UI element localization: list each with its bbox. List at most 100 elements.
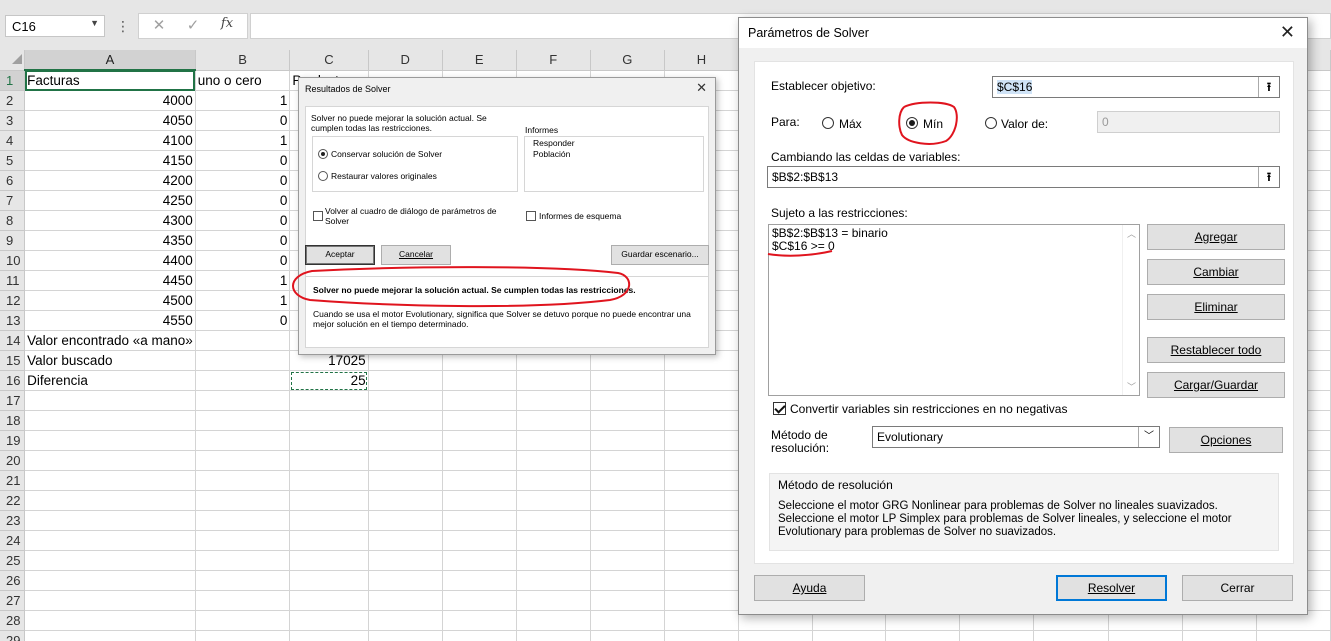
cell[interactable] (195, 330, 291, 351)
cell[interactable]: Facturas (24, 70, 196, 91)
cell[interactable] (1256, 630, 1331, 641)
column-header-d[interactable]: D (368, 50, 443, 71)
row-header[interactable]: 19 (0, 430, 26, 451)
row-header[interactable]: 13 (0, 310, 26, 331)
cell[interactable]: 4050 (24, 110, 196, 131)
cell[interactable] (289, 390, 369, 411)
cell[interactable] (664, 530, 739, 551)
cell[interactable] (24, 490, 196, 511)
row-header[interactable]: 3 (0, 110, 26, 131)
row-header[interactable]: 17 (0, 390, 26, 411)
restore-values-radio[interactable] (318, 171, 328, 181)
cell[interactable]: 4200 (24, 170, 196, 191)
cell[interactable] (368, 470, 443, 491)
cell[interactable]: 4400 (24, 250, 196, 271)
constraints-list[interactable]: $B$2:$B$13 = binario $C$16 >= 0 ︿ ﹀ (768, 224, 1140, 396)
column-header-f[interactable]: F (516, 50, 591, 71)
cell[interactable] (195, 390, 291, 411)
cell[interactable] (368, 490, 443, 511)
cell[interactable] (24, 590, 196, 611)
chevron-down-icon[interactable]: ﹀ (1127, 380, 1136, 393)
cell[interactable] (289, 530, 369, 551)
row-header[interactable]: 29 (0, 630, 26, 641)
objective-input[interactable]: $C$16 ⭱ (992, 76, 1280, 98)
row-header[interactable]: 18 (0, 410, 26, 431)
cell[interactable]: 0 (195, 170, 291, 191)
row-header[interactable]: 4 (0, 130, 26, 151)
cell[interactable] (516, 550, 591, 571)
report-item[interactable]: Población (533, 149, 570, 159)
cell[interactable]: 4100 (24, 130, 196, 151)
cell[interactable] (664, 550, 739, 571)
cell[interactable]: 4000 (24, 90, 196, 111)
more-icon[interactable]: ⋮ (116, 15, 130, 37)
row-header[interactable]: 21 (0, 470, 26, 491)
cell[interactable] (24, 410, 196, 431)
cell[interactable]: uno o cero (195, 70, 291, 91)
cell[interactable] (442, 530, 517, 551)
cell[interactable] (516, 410, 591, 431)
method-select[interactable]: Evolutionary ﹀ (872, 426, 1160, 448)
row-header[interactable]: 8 (0, 210, 26, 231)
cell[interactable] (590, 430, 665, 451)
max-radio[interactable] (822, 117, 834, 129)
cell[interactable] (195, 550, 291, 571)
cell[interactable]: 1 (195, 130, 291, 151)
cell[interactable] (195, 530, 291, 551)
close-icon[interactable]: ✕ (1280, 22, 1295, 43)
cell[interactable]: 0 (195, 210, 291, 231)
cell[interactable]: 0 (195, 230, 291, 251)
cell[interactable]: Diferencia (24, 370, 196, 391)
cell[interactable] (442, 570, 517, 591)
cell[interactable]: 4550 (24, 310, 196, 331)
cell[interactable]: 4500 (24, 290, 196, 311)
outline-reports-checkbox[interactable] (526, 211, 536, 221)
row-header[interactable]: 1 (0, 70, 26, 91)
cell[interactable] (664, 510, 739, 531)
cell[interactable]: 0 (195, 150, 291, 171)
column-header-g[interactable]: G (590, 50, 665, 71)
cell[interactable] (195, 590, 291, 611)
cell[interactable] (590, 470, 665, 491)
cell[interactable]: 4450 (24, 270, 196, 291)
cell[interactable] (195, 370, 291, 391)
cell[interactable] (289, 570, 369, 591)
cell[interactable] (590, 410, 665, 431)
cell[interactable] (516, 390, 591, 411)
cell[interactable] (368, 370, 443, 391)
cell[interactable]: 0 (195, 190, 291, 211)
cell[interactable] (664, 590, 739, 611)
reset-all-button[interactable]: Restablecer todo (1147, 337, 1285, 363)
cell[interactable] (289, 490, 369, 511)
row-header[interactable]: 7 (0, 190, 26, 211)
cell[interactable] (885, 630, 961, 641)
row-header[interactable]: 16 (0, 370, 26, 391)
cell[interactable] (1033, 630, 1109, 641)
function-icon[interactable]: fx (215, 16, 239, 31)
cell[interactable] (442, 470, 517, 491)
cell[interactable] (368, 390, 443, 411)
cell[interactable] (590, 610, 665, 631)
cell[interactable] (590, 510, 665, 531)
save-scenario-button[interactable]: Guardar escenario... (611, 245, 709, 265)
value-of-input[interactable]: 0 (1097, 111, 1280, 133)
cell[interactable] (516, 570, 591, 591)
return-to-params-checkbox[interactable] (313, 211, 323, 221)
column-header-b[interactable]: B (195, 50, 291, 71)
cell[interactable] (590, 490, 665, 511)
row-header[interactable]: 9 (0, 230, 26, 251)
cell[interactable] (195, 430, 291, 451)
load-save-button[interactable]: Cargar/Guardar (1147, 372, 1285, 398)
cell[interactable] (590, 550, 665, 571)
cell[interactable] (195, 510, 291, 531)
row-header[interactable]: 22 (0, 490, 26, 511)
cell[interactable]: 1 (195, 90, 291, 111)
row-header[interactable]: 27 (0, 590, 26, 611)
row-header[interactable]: 6 (0, 170, 26, 191)
column-header-a[interactable]: A (24, 50, 196, 71)
changing-cells-input[interactable]: $B$2:$B$13 ⭱ (767, 166, 1280, 188)
cell[interactable] (289, 610, 369, 631)
reports-list[interactable]: Responder Población (524, 136, 704, 192)
cell[interactable] (442, 410, 517, 431)
delete-button[interactable]: Eliminar (1147, 294, 1285, 320)
